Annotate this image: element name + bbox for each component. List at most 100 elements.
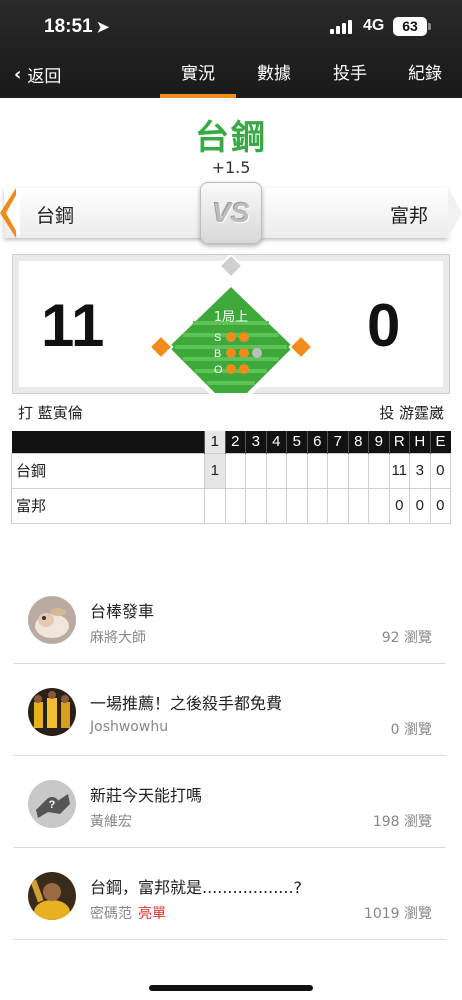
current-batter: 打 藍寅倫 (18, 404, 83, 422)
inning-cell (368, 487, 390, 524)
runs-header: R (388, 431, 410, 453)
spread-value: +1.5 (211, 158, 251, 177)
post-author: 密碼范 亮單 (90, 903, 166, 923)
list-item[interactable]: 一場推薦！之後殺手都免費 Joshwowhu 0 瀏覽 (14, 664, 446, 756)
inning-cell (347, 452, 369, 489)
inning-cell (224, 452, 246, 489)
inning-header: 1 (204, 431, 225, 453)
runs-cell: 11 (388, 452, 410, 489)
tab-bar: 實況 數據 投手 紀錄 (160, 56, 462, 98)
tab-stats[interactable]: 數據 (236, 56, 312, 98)
author-name: 黃維宏 (90, 814, 132, 830)
view-count: 92 瀏覽 (381, 630, 432, 646)
status-time: 18:51 ➤ (44, 16, 110, 37)
inning-cell (286, 452, 308, 489)
out-dot (226, 364, 236, 374)
top-bar: 18:51 ➤ 4G 63 ‹ 返回 實況 數據 投手 紀錄 (0, 0, 462, 98)
matchup-banner: 台鋼 富邦 VS (0, 182, 462, 244)
ball-dot (252, 348, 262, 358)
list-item[interactable]: 台棒發車 麻將大師 92 瀏覽 (14, 572, 446, 664)
inning-cell (204, 487, 226, 524)
tab-records[interactable]: 紀錄 (388, 56, 462, 98)
inning-cell (265, 487, 287, 524)
battery-cap (428, 23, 431, 30)
inning-cell (368, 452, 390, 489)
strike-dot (226, 332, 236, 342)
inning-cell (286, 487, 308, 524)
hits-cell: 0 (409, 487, 431, 524)
inning-header: 3 (245, 431, 266, 453)
inning-cell (245, 452, 267, 489)
hits-header: H (409, 431, 430, 453)
list-item[interactable]: ? 新莊今天能打嗎 黃維宏 198 瀏覽 (14, 756, 446, 848)
view-count: 0 瀏覽 (390, 722, 432, 738)
right-arrow (448, 188, 462, 238)
current-pitcher: 投 游霆崴 (379, 404, 444, 422)
post-author: 麻將大師 (90, 627, 146, 647)
author-name: Joshwowhu (90, 719, 169, 735)
hamster-avatar-icon (28, 596, 76, 644)
inning-cell (306, 487, 328, 524)
hits-cell: 3 (409, 452, 431, 489)
post-title: 新莊今天能打嗎 (90, 786, 203, 805)
post-title: 台鋼，富邦就是..................? (90, 878, 303, 897)
ball-dot (239, 348, 249, 358)
baseball-diamond: 1局上 S B O (143, 253, 319, 395)
inning-cell (265, 452, 287, 489)
ball-dot (226, 348, 236, 358)
author-name: 麻將大師 (90, 630, 146, 646)
view-count: 198 瀏覽 (372, 814, 432, 830)
inning-label: 1局上 (214, 310, 248, 325)
out-dot (239, 364, 249, 374)
away-team-card[interactable]: 台鋼 (0, 188, 204, 238)
team-players-avatar-icon (28, 688, 76, 736)
network-label: 4G (363, 17, 385, 34)
inning-header: 4 (265, 431, 287, 453)
team-header (11, 431, 205, 453)
second-base (218, 253, 244, 279)
post-title: 一場推薦！之後殺手都免費 (90, 694, 283, 713)
author-name: 密碼范 (90, 906, 132, 922)
team-cell: 富邦 (11, 487, 205, 524)
back-label: 返回 (27, 67, 62, 87)
inning-cell (327, 487, 349, 524)
tab-pitchers[interactable]: 投手 (312, 56, 388, 98)
inning-header: 5 (286, 431, 307, 453)
third-base (148, 334, 174, 360)
player-avatar-icon (28, 872, 76, 920)
away-team-name: 台鋼 (36, 205, 75, 227)
svg-text:?: ? (49, 799, 56, 811)
default-avatar-icon: ? (28, 780, 76, 828)
away-score: 11 (41, 292, 105, 359)
inning-cell (347, 487, 369, 524)
linescore-header-row: 1 2 3 4 5 6 7 8 9 R H E (11, 431, 451, 453)
errors-header: E (429, 431, 451, 453)
home-indicator[interactable] (149, 985, 313, 991)
home-team-name: 富邦 (389, 205, 428, 227)
strike-label: S (214, 332, 221, 344)
view-count: 1019 瀏覽 (363, 906, 432, 922)
inning-cell: 1 (204, 452, 226, 489)
strike-dot (239, 332, 249, 342)
runs-cell: 0 (388, 487, 410, 524)
inning-cell (224, 487, 246, 524)
discussion-list: 台棒發車 麻將大師 92 瀏覽 一場推薦！之後殺手都免費 Joshwowhu 0… (14, 572, 446, 940)
inning-cell (306, 452, 328, 489)
inning-header: 8 (347, 431, 369, 453)
inning-header: 7 (327, 431, 348, 453)
location-arrow-icon: ➤ (96, 19, 110, 36)
linescore-table: 1 2 3 4 5 6 7 8 9 R H E 台鋼 1 11 3 0 富邦 0… (11, 431, 451, 524)
chevron-left-icon: ‹ (14, 64, 22, 85)
list-item[interactable]: 台鋼，富邦就是..................? 密碼范 亮單 1019 瀏覽 (14, 848, 446, 940)
team-cell: 台鋼 (11, 452, 205, 489)
inning-header: 6 (306, 431, 328, 453)
inning-cell (327, 452, 349, 489)
inning-header: 2 (224, 431, 246, 453)
errors-cell: 0 (429, 487, 451, 524)
vs-badge: VS (200, 182, 262, 244)
home-team-card[interactable]: 富邦 (258, 188, 462, 238)
post-badge[interactable]: 亮單 (138, 906, 166, 922)
tab-live[interactable]: 實況 (160, 56, 236, 98)
back-button[interactable]: ‹ 返回 (14, 62, 61, 87)
errors-cell: 0 (429, 452, 451, 489)
